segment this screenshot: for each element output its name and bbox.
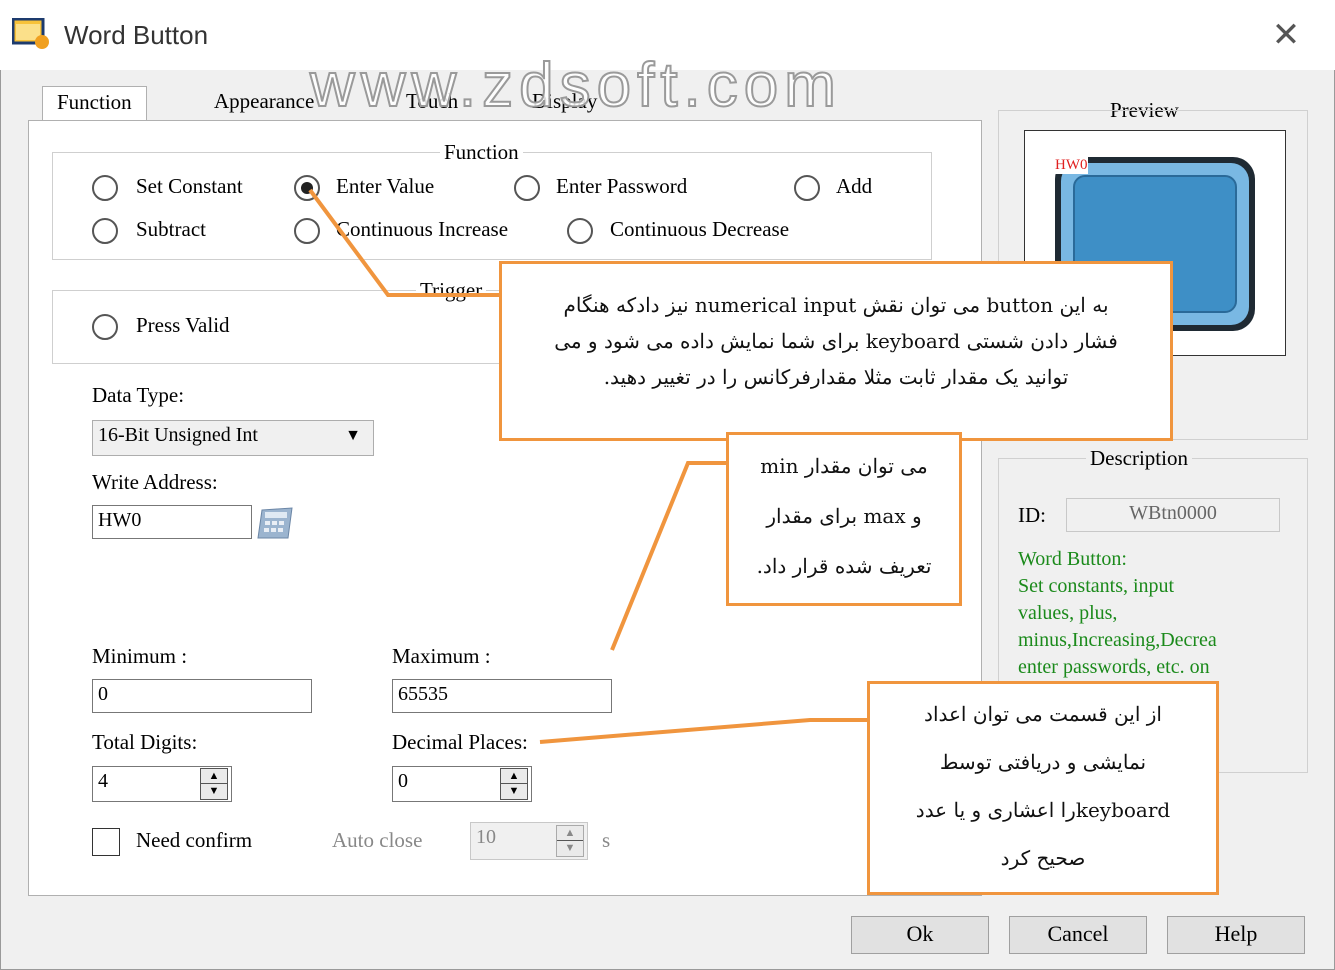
radio-enter-password[interactable] <box>514 175 540 201</box>
need-confirm-checkbox[interactable] <box>92 828 120 856</box>
radio-enter-value[interactable] <box>294 175 320 201</box>
preview-address-tag: HW0 <box>1055 157 1088 174</box>
radio-continuous-increase[interactable] <box>294 218 320 244</box>
callout-line: از این قسمت می توان اعداد <box>924 702 1162 726</box>
minimum-input[interactable]: 0 <box>92 679 312 713</box>
callout-decimal: از این قسمت می توان اعداد نمایشی و دریاف… <box>867 681 1219 895</box>
ok-button[interactable]: Ok <box>851 916 989 954</box>
callout-line: صحیح کرد <box>1000 846 1086 870</box>
label-add: Add <box>836 174 873 198</box>
write-address-label: Write Address: <box>92 470 218 494</box>
data-type-value: 16-Bit Unsigned Int <box>98 424 258 446</box>
description-line: enter passwords, etc. on <box>1018 656 1210 678</box>
label-enter-value: Enter Value <box>336 174 435 198</box>
data-type-select[interactable]: 16-Bit Unsigned Int ▼ <box>92 420 374 456</box>
data-type-label: Data Type: <box>92 383 185 407</box>
write-address-input[interactable]: HW0 <box>92 505 252 539</box>
cancel-button[interactable]: Cancel <box>1009 916 1147 954</box>
watermark: www.zdsoft.com <box>309 50 842 121</box>
help-button[interactable]: Help <box>1167 916 1305 954</box>
label-continuous-increase: Continuous Increase <box>336 217 509 241</box>
callout-line: توانید یک مقدار ثابت مثلا مقدارفرکانس را… <box>603 365 1069 389</box>
callout-line: keyboardرا اعشاری و یا عدد <box>915 798 1171 822</box>
tab-function[interactable]: Function <box>42 86 147 121</box>
decimal-places-label: Decimal Places: <box>392 730 528 754</box>
label-set-constant: Set Constant <box>136 174 243 198</box>
description-title: Description <box>1086 446 1192 471</box>
auto-close-value: 10 <box>476 826 496 848</box>
label-subtract: Subtract <box>136 217 206 241</box>
close-icon[interactable]: ✕ <box>1268 18 1304 54</box>
auto-close-label: Auto close <box>332 828 423 852</box>
total-digits-stepper[interactable]: ▲ ▼ <box>200 768 228 800</box>
total-digits-value: 4 <box>98 770 108 792</box>
need-confirm-label: Need confirm <box>136 828 253 852</box>
app-icon <box>12 18 49 49</box>
radio-continuous-decrease[interactable] <box>567 218 593 244</box>
calculator-icon[interactable] <box>256 506 296 540</box>
callout-minmax: می توان مقدار min و max برای مقدار تعریف… <box>726 432 962 606</box>
radio-subtract[interactable] <box>92 218 118 244</box>
id-field: WBtn0000 <box>1066 498 1280 532</box>
auto-close-stepper: ▲ ▼ <box>556 825 584 857</box>
callout-line: و max برای مقدار <box>766 504 922 528</box>
description-line: Set constants, input <box>1018 575 1175 597</box>
callout-enter-value: به این button می توان نقش numerical inpu… <box>499 261 1173 441</box>
radio-add[interactable] <box>794 175 820 201</box>
decimal-places-value: 0 <box>398 770 408 792</box>
description-line: values, plus, <box>1018 602 1118 624</box>
decimal-places-stepper[interactable]: ▲ ▼ <box>500 768 528 800</box>
maximum-input[interactable]: 65535 <box>392 679 612 713</box>
window-title: Word Button <box>64 20 209 50</box>
trigger-group-title: Trigger <box>416 278 487 303</box>
auto-close-unit: s <box>602 828 611 852</box>
label-enter-password: Enter Password <box>556 174 688 198</box>
total-digits-label: Total Digits: <box>92 730 198 754</box>
maximum-label: Maximum : <box>392 644 491 668</box>
callout-line: می توان مقدار min <box>760 454 928 478</box>
radio-set-constant[interactable] <box>92 175 118 201</box>
chevron-down-icon: ▼ <box>345 427 361 444</box>
minimum-label: Minimum : <box>92 644 188 668</box>
id-label: ID: <box>1018 503 1046 527</box>
description-heading: Word Button: <box>1018 548 1127 570</box>
label-continuous-decrease: Continuous Decrease <box>610 217 790 241</box>
label-press-valid: Press Valid <box>136 313 230 337</box>
callout-line: نمایشی و دریافتی توسط <box>939 750 1147 774</box>
radio-press-valid[interactable] <box>92 314 118 340</box>
function-group-title: Function <box>440 140 523 165</box>
description-line: minus,Increasing,Decrea <box>1018 629 1217 651</box>
description-text: Word Button: Set constants, input values… <box>1018 546 1294 692</box>
function-group <box>52 152 932 260</box>
callout-line: تعریف شده قرار داد. <box>756 554 932 578</box>
